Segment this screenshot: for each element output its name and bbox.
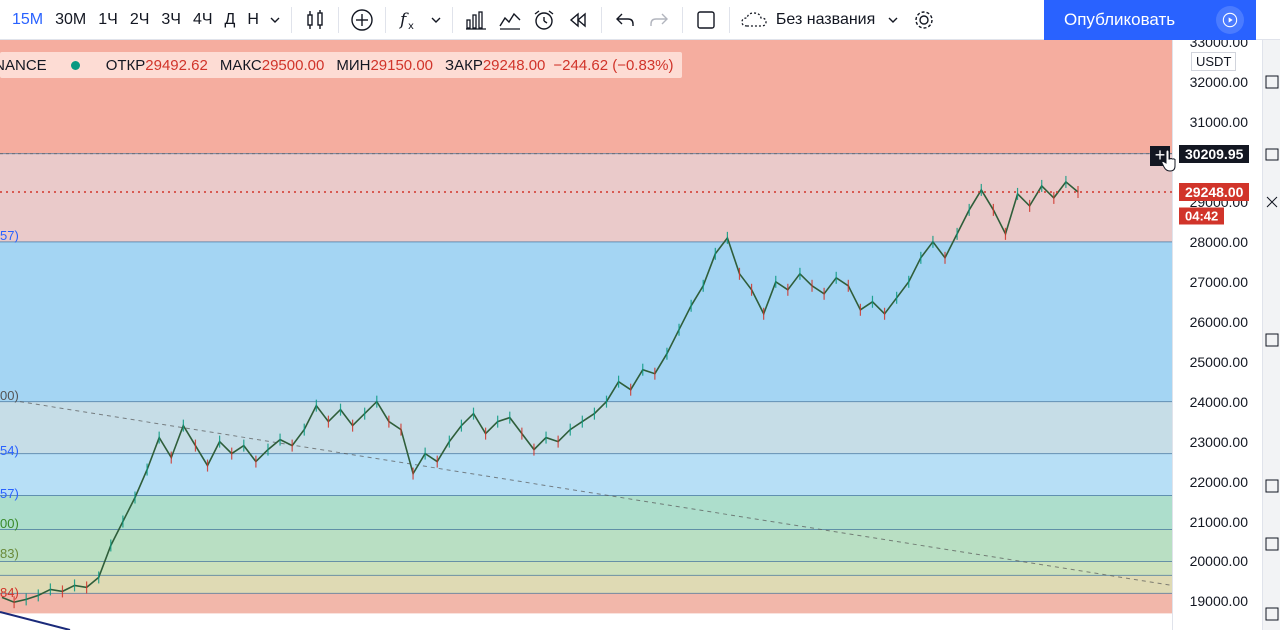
settings-gear-icon[interactable] (907, 0, 941, 40)
price-tick: 19000.00 (1189, 593, 1248, 610)
price-tick: 23000.00 (1189, 433, 1248, 450)
hand-cursor-icon (1161, 150, 1176, 172)
price-tick: 32000.00 (1189, 74, 1248, 91)
bar-countdown-badge: 04:42 (1179, 207, 1225, 225)
chevron-down-icon[interactable] (883, 0, 903, 40)
market-status-dot (70, 60, 80, 70)
high-value: 29500.00 (261, 56, 325, 74)
fib-zone (0, 495, 1172, 530)
price-tick: 31000.00 (1189, 114, 1248, 130)
price-tick: 24000.00 (1189, 393, 1248, 410)
timeframe-2[interactable]: 1Ч (92, 0, 124, 40)
templates-icon[interactable] (493, 0, 527, 40)
panel-icon[interactable] (1264, 332, 1280, 348)
trend-line-navy (0, 611, 71, 630)
toolbar-divider (728, 6, 730, 33)
change-value: −244.62 (−0.83%) (553, 56, 674, 74)
tradingview-app: 15М 30М 1Ч 2Ч 3Ч 4Ч Д Н fx Без названия Опублик… (0, 0, 1280, 630)
currency-label[interactable]: USDT (1191, 52, 1237, 71)
timeframe-0[interactable]: 15М (6, 0, 49, 40)
top-toolbar: 15М 30М 1Ч 2Ч 3Ч 4Ч Д Н fx Без названия Опублик… (0, 0, 1280, 40)
chart-pane[interactable] (0, 40, 1172, 630)
right-widget-bar (1262, 40, 1280, 630)
last-price-badge: 29248.00 (1179, 182, 1250, 201)
publish-button[interactable]: Опубликовать (1044, 0, 1256, 40)
fib-level-label: 83) (0, 546, 19, 561)
candles-icon[interactable] (298, 0, 332, 40)
price-tick: 21000.00 (1189, 513, 1248, 530)
undo-icon[interactable] (608, 0, 642, 40)
timeframe-1[interactable]: 30М (49, 0, 92, 40)
add-compare-icon[interactable] (345, 0, 379, 40)
fib-level-label: 84) (0, 585, 19, 600)
ohlc-legend: BINANCE ОТКР29492.62 МАКС29500.00 МИН291… (0, 52, 682, 78)
open-value: 29492.62 (145, 56, 208, 74)
toolbar-divider (384, 6, 386, 33)
panel-icon[interactable] (1264, 536, 1280, 552)
fib-zone (0, 593, 1172, 614)
price-tick: 25000.00 (1189, 353, 1248, 370)
chart-canvas[interactable] (0, 40, 1172, 630)
high-label: МАКС (219, 56, 262, 74)
price-tick: 22000.00 (1189, 473, 1248, 490)
panel-icon[interactable] (1264, 478, 1280, 494)
tool-icon[interactable] (1264, 194, 1280, 210)
financials-icon[interactable] (459, 0, 493, 40)
fib-level-label: 57) (0, 486, 19, 501)
indicators-fx-icon[interactable]: fx (392, 0, 426, 40)
chevron-down-icon[interactable] (426, 0, 446, 40)
price-tick: 26000.00 (1189, 313, 1248, 330)
fib-zone (0, 241, 1172, 402)
low-value: 29150.00 (370, 56, 434, 74)
fib-zone (0, 153, 1172, 242)
timeframe-7[interactable]: Н (241, 0, 265, 40)
timeframe-6[interactable]: Д (219, 0, 242, 40)
toolbar-divider (337, 6, 339, 33)
timeframe-group: 15М 30М 1Ч 2Ч 3Ч 4Ч Д Н (6, 0, 265, 40)
close-value: 29248.00 (482, 56, 546, 74)
timeframe-4[interactable]: 3Ч (155, 0, 187, 40)
play-icon[interactable] (1216, 6, 1244, 34)
price-tick: 28000.00 (1189, 233, 1248, 250)
cloud-icon[interactable] (736, 0, 772, 40)
price-tick: 20000.00 (1189, 553, 1248, 570)
panel-icon[interactable] (1264, 606, 1280, 622)
fullscreen-square-icon[interactable] (689, 0, 723, 40)
crosshair-price-badge: 30209.95 (1179, 144, 1250, 163)
open-label: ОТКР (105, 56, 146, 74)
fib-zone (0, 561, 1172, 576)
low-label: МИН (336, 56, 371, 74)
chevron-down-icon[interactable] (265, 0, 285, 40)
publish-label: Опубликовать (1064, 10, 1176, 29)
fib-level-label: 54) (0, 443, 19, 458)
fib-level-label: 57) (0, 228, 19, 243)
watchlist-icon[interactable] (1264, 74, 1280, 90)
fib-level-label: 00) (0, 388, 19, 403)
calendar-icon[interactable] (1264, 146, 1280, 162)
toolbar-divider (681, 6, 683, 33)
fib-zone (0, 529, 1172, 562)
close-label: ЗАКР (445, 56, 483, 74)
layout-name[interactable]: Без названия (776, 11, 875, 29)
fib-zone (0, 575, 1172, 594)
timeframe-3[interactable]: 2Ч (124, 0, 156, 40)
redo-icon[interactable] (642, 0, 676, 40)
replay-icon[interactable] (561, 0, 595, 40)
fib-zone (0, 453, 1172, 496)
price-scale[interactable]: USDT 33000.00 32000.00 31000.00 29000.00 280… (1172, 34, 1262, 630)
timeframe-5[interactable]: 4Ч (187, 0, 219, 40)
alert-clock-icon[interactable] (527, 0, 561, 40)
price-tick: 27000.00 (1189, 273, 1248, 290)
svg-text:x: x (408, 21, 414, 32)
toolbar-divider (600, 6, 602, 33)
symbol-name[interactable]: BINANCE (0, 57, 47, 74)
toolbar-divider (451, 6, 453, 33)
fib-level-label: 00) (0, 516, 19, 531)
toolbar-divider (290, 6, 292, 33)
